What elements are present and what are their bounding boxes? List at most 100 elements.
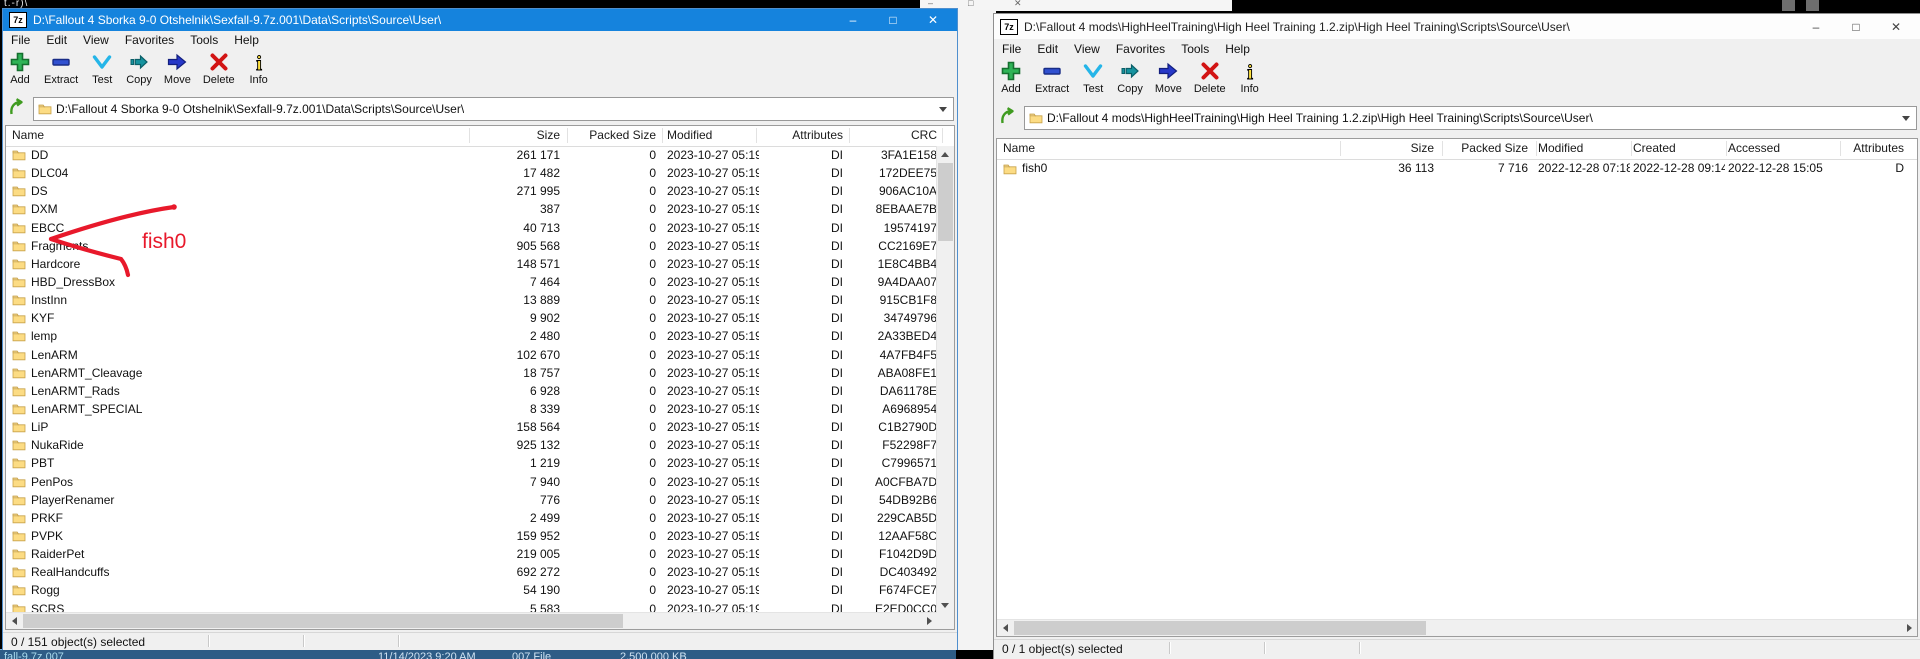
table-row[interactable]: Hardcore148 57102023-10-27 05:19DI1E8C4B… [6, 255, 937, 273]
menu-item-view[interactable]: View [75, 33, 117, 47]
table-row[interactable]: EBCC40 71302023-10-27 05:19DI19574197 [6, 219, 937, 237]
menu-item-tools[interactable]: Tools [182, 33, 226, 47]
table-row[interactable]: lemp2 48002023-10-27 05:19DI2A33BED4 [6, 327, 937, 345]
scrollbar-thumb[interactable] [1014, 621, 1426, 635]
table-row[interactable]: HBD_DressBox7 46402023-10-27 05:19DI9A4D… [6, 273, 937, 291]
table-row[interactable]: PlayerRenamer77602023-10-27 05:19DI54DB9… [6, 491, 937, 509]
column-header-packed-size[interactable]: Packed Size [572, 126, 656, 145]
column-header-attributes[interactable]: Attributes [761, 126, 843, 145]
menu-item-edit[interactable]: Edit [1029, 42, 1066, 56]
scrollbar-thumb[interactable] [23, 614, 623, 628]
table-row[interactable]: InstInn13 88902023-10-27 05:19DI915CB1F8 [6, 291, 937, 309]
maximize-button[interactable]: □ [873, 13, 913, 27]
row-name-label: EBCC [31, 219, 64, 237]
menu-item-file[interactable]: File [994, 42, 1029, 56]
move-button[interactable]: Move [161, 49, 194, 87]
column-header-accessed[interactable]: Accessed [1728, 139, 1838, 158]
table-row[interactable]: LenARMT_Rads6 92802023-10-27 05:19DIDA61… [6, 382, 937, 400]
column-header-modified[interactable]: Modified [1538, 139, 1630, 158]
right-titlebar[interactable]: 7z D:\Fallout 4 mods\HighHeelTraining\Hi… [994, 14, 1920, 39]
test-button[interactable]: Test [1078, 58, 1108, 96]
column-header-created[interactable]: Created [1633, 139, 1725, 158]
close-button[interactable]: ✕ [1876, 20, 1916, 34]
minimize-button[interactable]: – [833, 13, 873, 27]
column-header-crc[interactable]: CRC [851, 126, 937, 145]
column-header-name[interactable]: Name [12, 126, 442, 145]
info-button[interactable]: iInfo [244, 49, 274, 87]
extract-button[interactable]: Extract [41, 49, 81, 87]
folder-icon [12, 222, 26, 234]
left-titlebar[interactable]: 7z D:\Fallout 4 Sborka 9-0 Otshelnik\Sex… [3, 9, 957, 31]
scroll-up-button[interactable] [937, 146, 953, 162]
table-row[interactable]: Rogg54 19002023-10-27 05:19DIF674FCE7 [6, 581, 937, 599]
table-row[interactable]: SCRS5 58302023-10-27 05:19DIE2ED0CC0 [6, 600, 937, 613]
extract-button[interactable]: Extract [1032, 58, 1072, 96]
column-header-modified[interactable]: Modified [667, 126, 759, 145]
table-row[interactable]: NukaRide925 13202023-10-27 05:19DIF52298… [6, 436, 937, 454]
menu-item-tools[interactable]: Tools [1173, 42, 1217, 56]
close-button[interactable]: ✕ [913, 13, 953, 27]
menu-item-edit[interactable]: Edit [38, 33, 75, 47]
table-row[interactable]: DD261 17102023-10-27 05:19DI3FA1E158 [6, 146, 937, 164]
row-name-label: SCRS [31, 600, 64, 613]
name-cell: LenARMT_Cleavage [12, 364, 442, 382]
move-button[interactable]: Move [1152, 58, 1185, 96]
column-header-name[interactable]: Name [1003, 139, 1333, 158]
copy-button[interactable]: Copy [123, 49, 155, 87]
left-address-field[interactable]: D:\Fallout 4 Sborka 9-0 Otshelnik\Sexfal… [33, 97, 954, 121]
table-row[interactable]: KYF9 90202023-10-27 05:19DI34749796 [6, 309, 937, 327]
menu-item-favorites[interactable]: Favorites [117, 33, 182, 47]
cell-size: 2 499 [442, 509, 560, 527]
add-button[interactable]: Add [5, 49, 35, 87]
menu-item-view[interactable]: View [1066, 42, 1108, 56]
table-row[interactable]: DLC0417 48202023-10-27 05:19DI172DEE75 [6, 164, 937, 182]
chevron-down-icon[interactable] [939, 107, 947, 112]
up-arrow-icon[interactable] [7, 98, 29, 120]
scroll-down-button[interactable] [937, 597, 953, 613]
table-row[interactable]: DXM38702023-10-27 05:19DI8EBAAE7B [6, 200, 937, 218]
chevron-down-icon[interactable] [1902, 116, 1910, 121]
table-row[interactable]: Fragments905 56802023-10-27 05:19DICC216… [6, 237, 937, 255]
table-row[interactable]: RealHandcuffs692 27202023-10-27 05:19DID… [6, 563, 937, 581]
table-row[interactable]: PBT1 21902023-10-27 05:19DIC7996571 [6, 454, 937, 472]
cell-packed-size: 0 [572, 581, 656, 599]
table-row[interactable]: LenARMT_Cleavage18 75702023-10-27 05:19D… [6, 364, 937, 382]
delete-button[interactable]: Delete [1191, 58, 1229, 96]
up-arrow-icon[interactable] [998, 107, 1020, 129]
table-row[interactable]: PenPos7 94002023-10-27 05:19DIA0CFBA7D [6, 473, 937, 491]
menu-item-favorites[interactable]: Favorites [1108, 42, 1173, 56]
left-vertical-scrollbar[interactable] [936, 146, 954, 613]
info-button[interactable]: iInfo [1235, 58, 1265, 96]
table-row[interactable]: DS271 99502023-10-27 05:19DI906AC10A [6, 182, 937, 200]
right-horizontal-scrollbar[interactable] [997, 619, 1917, 636]
copy-button[interactable]: Copy [1114, 58, 1146, 96]
table-row[interactable]: PRKF2 49902023-10-27 05:19DI229CAB5D [6, 509, 937, 527]
column-header-size[interactable]: Size [442, 126, 560, 145]
minimize-button[interactable]: – [1796, 20, 1836, 34]
table-row[interactable]: LenARMT_SPECIAL8 33902023-10-27 05:19DIA… [6, 400, 937, 418]
cell-size: 925 132 [442, 436, 560, 454]
scrollbar-thumb[interactable] [938, 163, 953, 241]
right-address-field[interactable]: D:\Fallout 4 mods\HighHeelTraining\High … [1024, 106, 1917, 130]
delete-button[interactable]: Delete [200, 49, 238, 87]
column-header-attributes[interactable]: Attributes [1842, 139, 1904, 158]
table-row[interactable]: LenARM102 67002023-10-27 05:19DI4A7FB4F5 [6, 346, 937, 364]
left-horizontal-scrollbar[interactable] [6, 612, 937, 629]
menu-item-help[interactable]: Help [226, 33, 267, 47]
menu-item-help[interactable]: Help [1217, 42, 1258, 56]
scroll-right-button[interactable] [921, 613, 937, 629]
scroll-left-button[interactable] [6, 613, 22, 629]
test-button[interactable]: Test [87, 49, 117, 87]
maximize-button[interactable]: □ [1836, 20, 1876, 34]
column-header-size[interactable]: Size [1342, 139, 1434, 158]
add-button[interactable]: Add [996, 58, 1026, 96]
table-row[interactable]: PVPK159 95202023-10-27 05:19DI12AAF58C [6, 527, 937, 545]
scroll-left-button[interactable] [997, 620, 1013, 636]
column-header-packed-size[interactable]: Packed Size [1444, 139, 1528, 158]
table-row[interactable]: LiP158 56402023-10-27 05:19DIC1B2790D [6, 418, 937, 436]
left-file-list: NameSize Packed Size ModifiedAttributes CRC… [5, 125, 955, 630]
menu-item-file[interactable]: File [3, 33, 38, 47]
table-row[interactable]: fish036 1137 7162022-12-28 07:182022-12-… [997, 159, 1917, 178]
table-row[interactable]: RaiderPet219 00502023-10-27 05:19DIF1042… [6, 545, 937, 563]
scroll-right-button[interactable] [1901, 620, 1917, 636]
